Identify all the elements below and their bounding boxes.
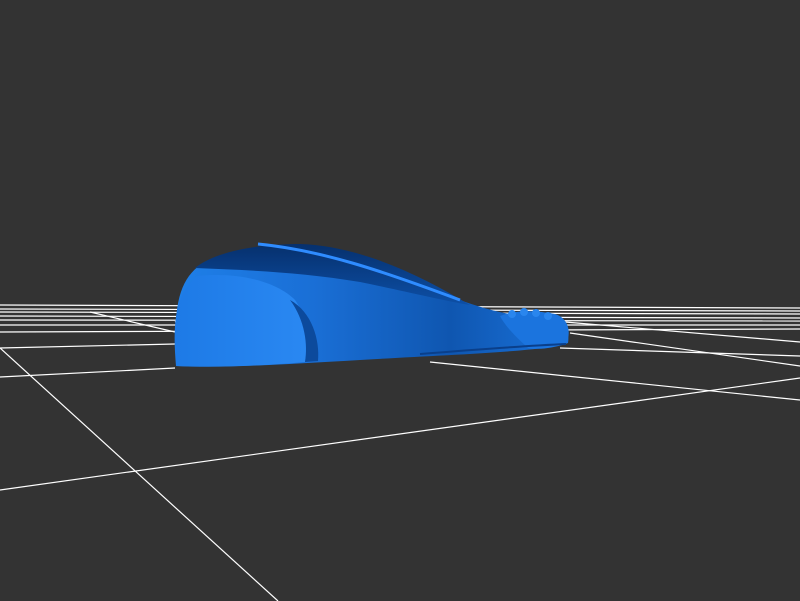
scene-canvas xyxy=(0,242,800,601)
3d-mesh-model[interactable] xyxy=(174,242,569,367)
3d-viewport[interactable] xyxy=(0,0,800,601)
